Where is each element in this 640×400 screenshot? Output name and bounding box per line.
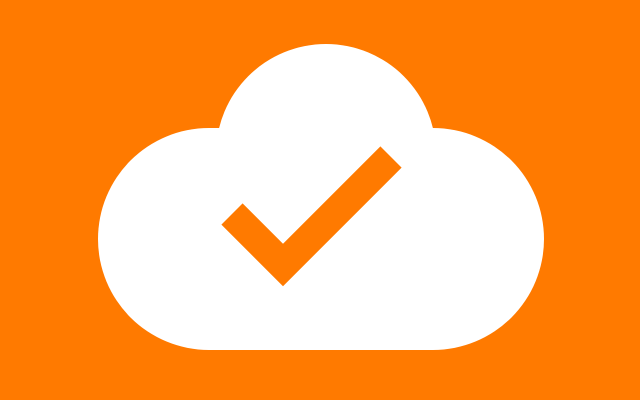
cloud-check-tile (0, 0, 640, 400)
cloud-check-graphic (0, 0, 640, 400)
